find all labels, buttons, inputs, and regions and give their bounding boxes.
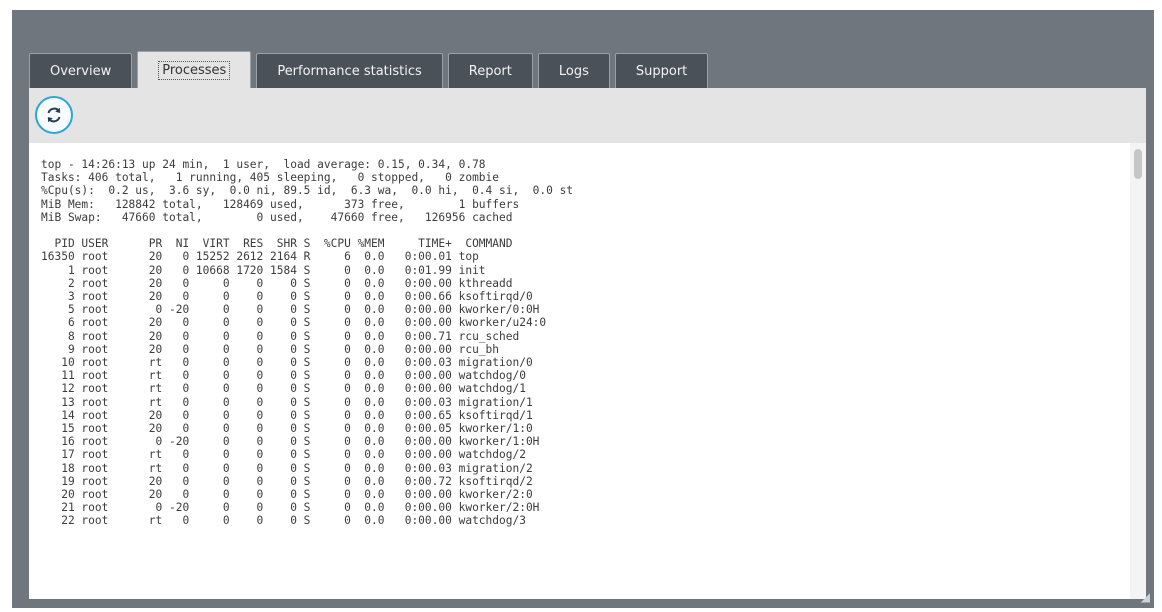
process-row: 21 root 0 -20 0 0 0 S 0 0.0 0:00.00 kwor…: [41, 501, 540, 515]
process-row: 22 root rt 0 0 0 0 S 0 0.0 0:00.00 watch…: [41, 514, 526, 528]
tab-overview[interactable]: Overview: [29, 53, 133, 88]
toolbar: [29, 88, 1146, 143]
process-row: 10 root rt 0 0 0 0 S 0 0.0 0:00.03 migra…: [41, 356, 533, 370]
tab-bar: Overview Processes Performance statistic…: [29, 44, 709, 88]
process-row: 6 root 20 0 0 0 0 S 0 0.0 0:00.00 kworke…: [41, 316, 547, 330]
scrollbar-thumb[interactable]: [1134, 149, 1142, 179]
tab-logs[interactable]: Logs: [537, 53, 610, 88]
process-row: 15 root 20 0 0 0 0 S 0 0.0 0:00.05 kwork…: [41, 422, 533, 436]
console-scrollbar[interactable]: [1130, 143, 1146, 599]
process-table-header: PID USER PR NI VIRT RES SHR S %CPU %MEM …: [41, 237, 513, 251]
summary-line: Tasks: 406 total, 1 running, 405 sleepin…: [41, 171, 500, 185]
process-row: 13 root rt 0 0 0 0 S 0 0.0 0:00.03 migra…: [41, 395, 533, 409]
process-row: 16 root 0 -20 0 0 0 S 0 0.0 0:00.00 kwor…: [41, 435, 540, 449]
process-row: 8 root 20 0 0 0 0 S 0 0.0 0:00.71 rcu_sc…: [41, 329, 520, 343]
summary-line: %Cpu(s): 0.2 us, 3.6 sy, 0.0 ni, 89.5 id…: [41, 184, 574, 198]
tab-label: Performance statistics: [277, 63, 422, 79]
process-row: 14 root 20 0 0 0 0 S 0 0.0 0:00.65 ksoft…: [41, 408, 533, 422]
console-output: top - 14:26:13 up 24 min, 1 user, load a…: [41, 158, 573, 528]
process-row: 2 root 20 0 0 0 0 S 0 0.0 0:00.00 kthrea…: [41, 276, 513, 290]
process-row: 16350 root 20 0 15252 2612 2164 R 6 0.0 …: [41, 250, 479, 264]
refresh-icon: [47, 107, 61, 123]
process-console[interactable]: top - 14:26:13 up 24 min, 1 user, load a…: [29, 143, 1146, 599]
process-row: 11 root rt 0 0 0 0 S 0 0.0 0:00.00 watch…: [41, 369, 526, 383]
resize-grip-icon[interactable]: ◢: [1136, 590, 1150, 604]
app-window: Overview Processes Performance statistic…: [12, 10, 1154, 608]
tab-label: Processes: [158, 60, 231, 80]
process-row: 20 root 20 0 0 0 0 S 0 0.0 0:00.00 kwork…: [41, 488, 533, 502]
process-row: 1 root 20 0 10668 1720 1584 S 0 0.0 0:01…: [41, 263, 486, 277]
tab-label: Support: [635, 63, 688, 79]
tab-label: Overview: [50, 63, 112, 79]
tab-support[interactable]: Support: [614, 53, 709, 88]
process-row: 19 root 20 0 0 0 0 S 0 0.0 0:00.72 ksoft…: [41, 474, 533, 488]
process-row: 17 root rt 0 0 0 0 S 0 0.0 0:00.00 watch…: [41, 448, 526, 462]
process-row: 9 root 20 0 0 0 0 S 0 0.0 0:00.00 rcu_bh: [41, 342, 500, 356]
process-row: 18 root rt 0 0 0 0 S 0 0.0 0:00.03 migra…: [41, 461, 533, 475]
tab-processes[interactable]: Processes: [137, 51, 252, 88]
tab-label: Logs: [558, 63, 589, 79]
process-row: 3 root 20 0 0 0 0 S 0 0.0 0:00.66 ksofti…: [41, 290, 533, 304]
process-row: 12 root rt 0 0 0 0 S 0 0.0 0:00.00 watch…: [41, 382, 526, 396]
process-row: 5 root 0 -20 0 0 0 S 0 0.0 0:00.00 kwork…: [41, 303, 540, 317]
summary-line: MiB Swap: 47660 total, 0 used, 47660 fre…: [41, 210, 513, 224]
summary-line: top - 14:26:13 up 24 min, 1 user, load a…: [41, 158, 486, 171]
tab-report[interactable]: Report: [447, 53, 533, 88]
tab-label: Report: [468, 63, 512, 79]
summary-line: MiB Mem: 128842 total, 128469 used, 373 …: [41, 197, 520, 211]
refresh-button[interactable]: [35, 96, 73, 134]
tab-performance-statistics[interactable]: Performance statistics: [256, 53, 443, 88]
